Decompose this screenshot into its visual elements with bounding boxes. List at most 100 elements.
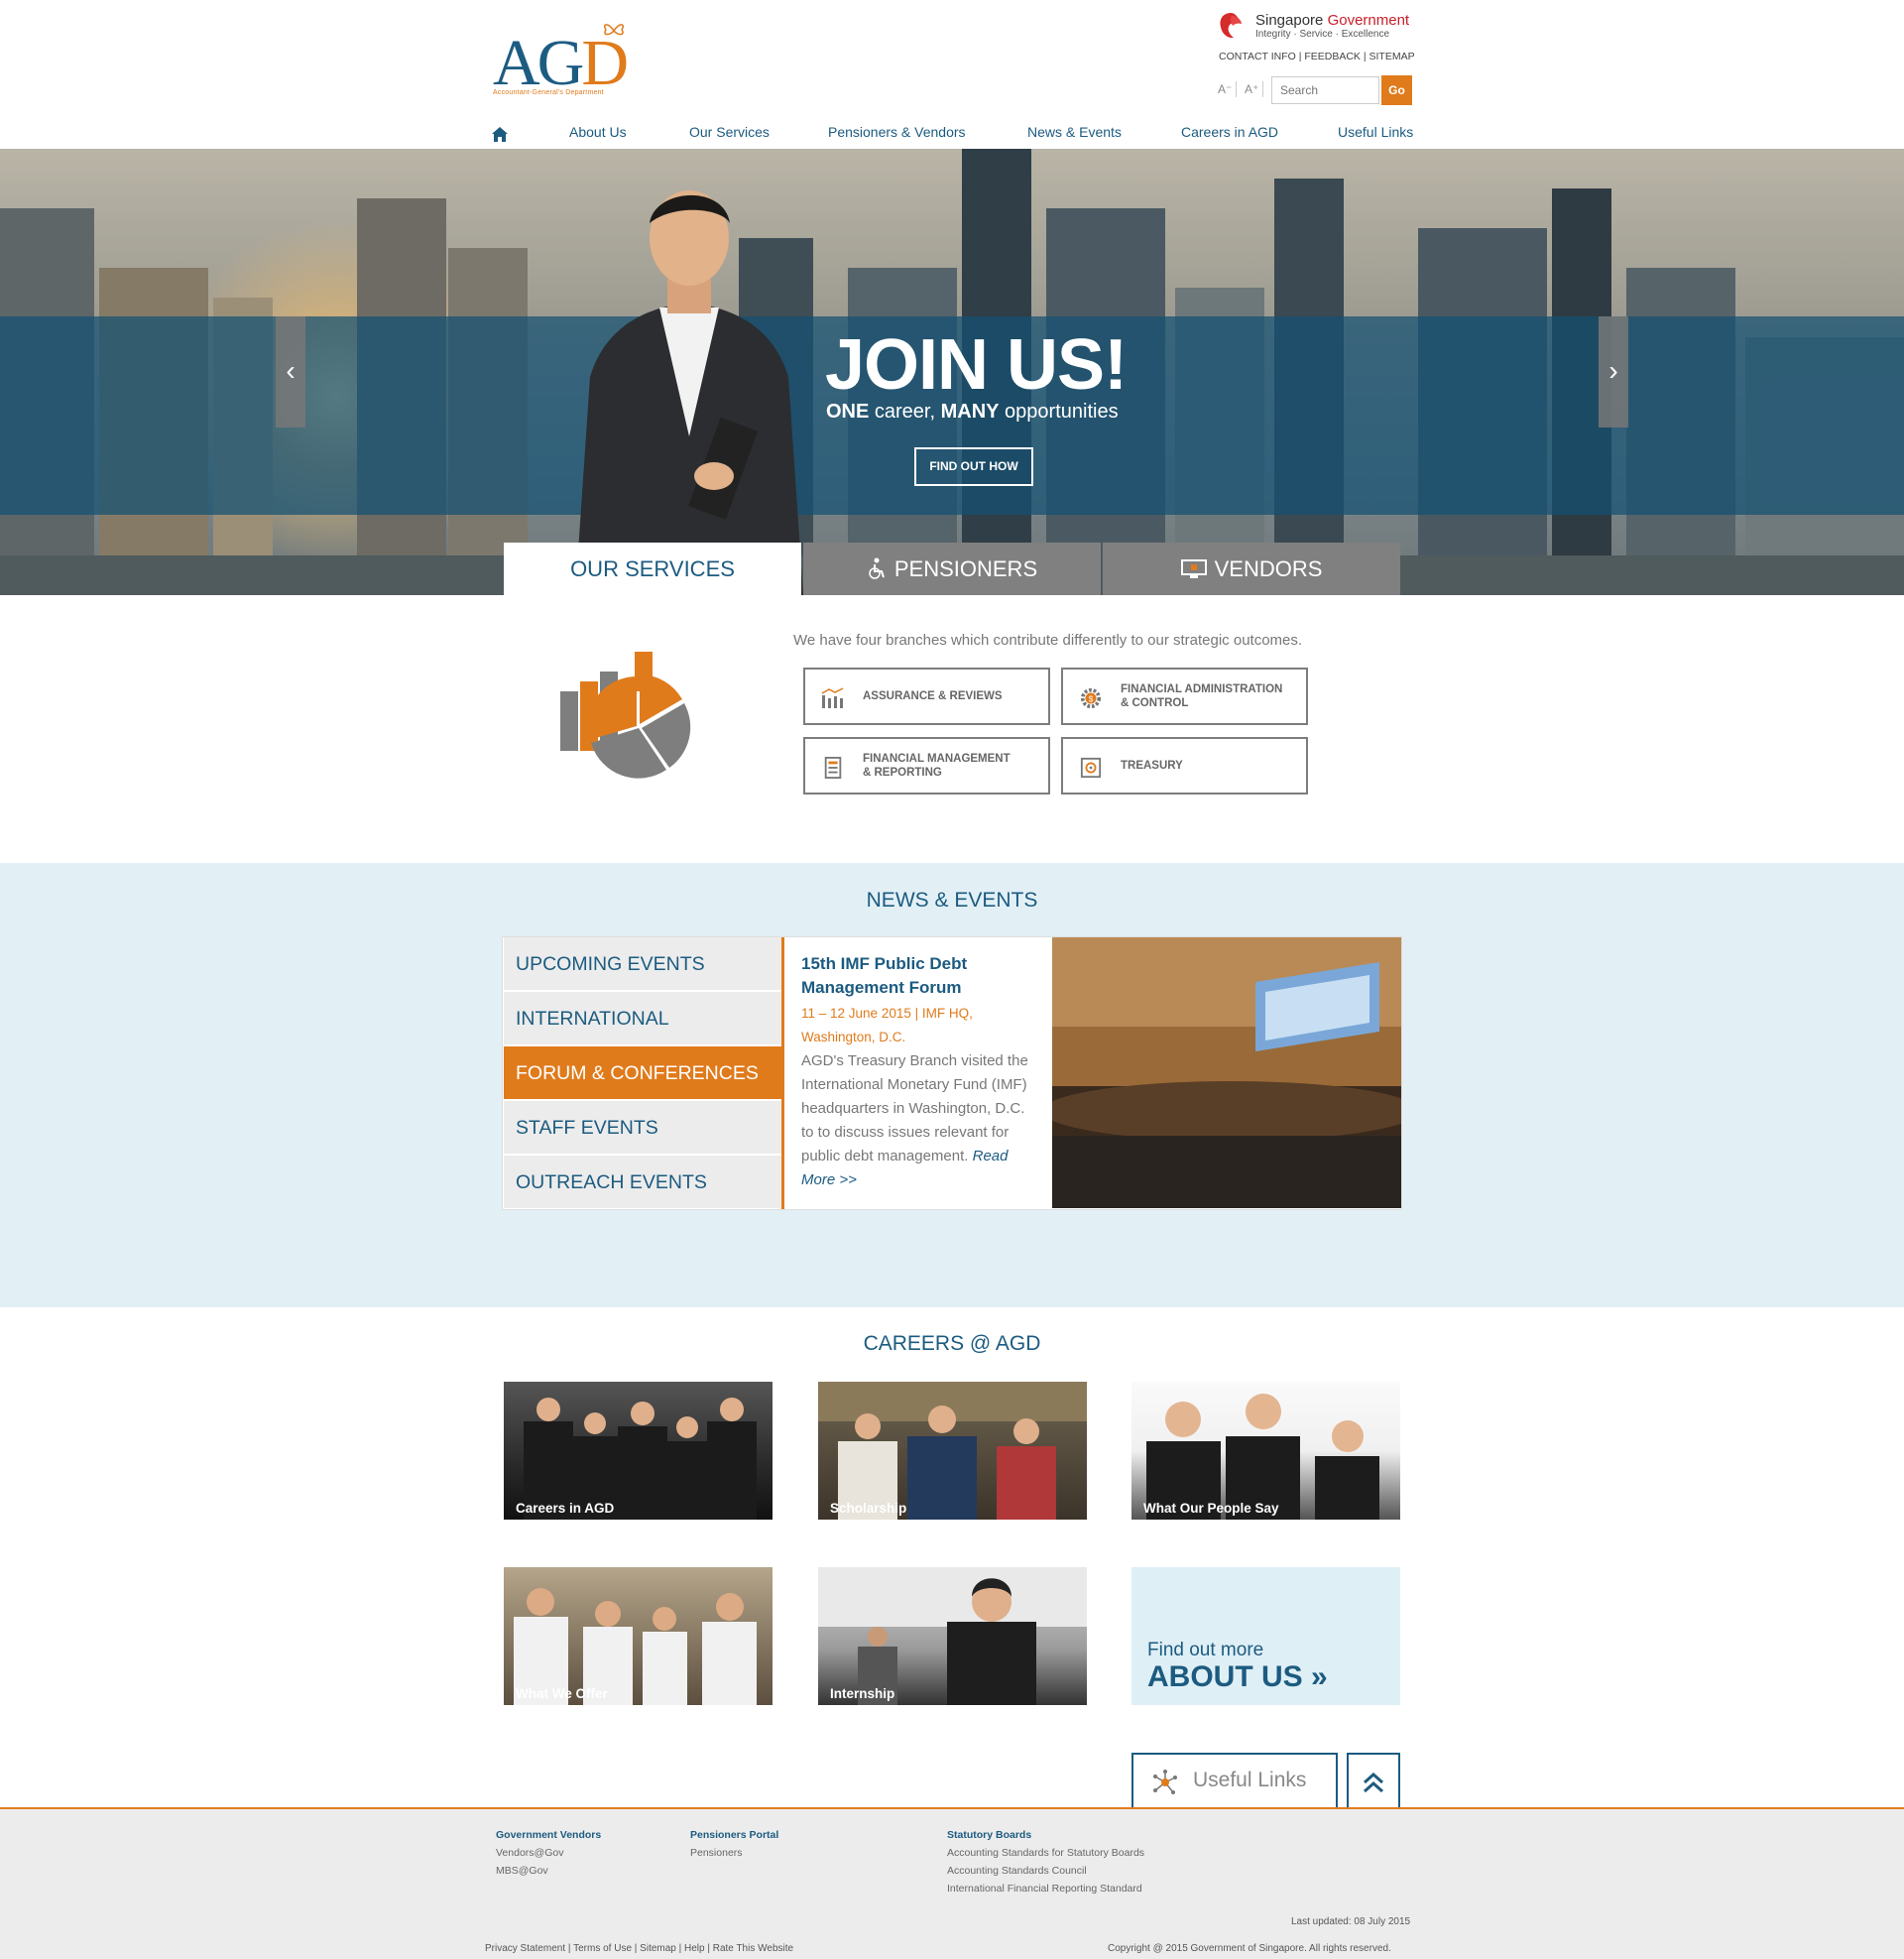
branch-treasury-button[interactable]: TREASURY: [1061, 737, 1308, 795]
sg-name-singapore: Singapore: [1255, 12, 1328, 29]
font-increase-button[interactable]: A⁺: [1245, 82, 1258, 96]
services-chart-illustration: [560, 652, 691, 779]
last-updated: Last updated: 08 July 2015: [1291, 1916, 1411, 1927]
font-decrease-button[interactable]: A⁻: [1218, 82, 1232, 96]
category-international-relations[interactable]: INTERNATIONAL RELATIONS: [504, 992, 781, 1083]
hero-sub-one: ONE: [826, 401, 870, 423]
nav-about-us[interactable]: About Us: [569, 124, 627, 140]
tab-label: PENSIONERS: [893, 556, 1038, 581]
site-header: AGD Accountant-General's Department Sing…: [0, 0, 1904, 149]
news-divider: [781, 937, 784, 1209]
lion-head-icon: [1220, 13, 1242, 39]
logo-subtitle: Accountant-General's Department: [493, 89, 604, 96]
singapore-government-logo[interactable]: Singapore Government Integrity · Service…: [1218, 12, 1414, 42]
nav-pensioners-vendors[interactable]: Pensioners & Vendors: [828, 124, 966, 140]
card-caption: Internship: [830, 1686, 895, 1701]
divider: [1236, 81, 1237, 97]
tab-pensioners[interactable]: PENSIONERS: [803, 543, 1101, 595]
nav-our-services[interactable]: Our Services: [689, 124, 770, 140]
back-to-top-button[interactable]: [1347, 1753, 1400, 1809]
hero-sub-end: opportunities: [999, 401, 1119, 423]
card-caption: Careers in AGD: [516, 1501, 615, 1516]
feedback-link[interactable]: FEEDBACK: [1304, 51, 1361, 62]
footer-col2-heading[interactable]: Pensioners Portal: [690, 1829, 778, 1841]
utility-links: CONTACT INFO | FEEDBACK | SITEMAP: [1219, 51, 1415, 62]
students-photo-image: [818, 1382, 1087, 1520]
sg-name-government: Government: [1327, 12, 1410, 29]
branch-label: FINANCIAL ADMINISTRATION & CONTROL: [1121, 683, 1283, 709]
branch-assurance-reviews-button[interactable]: ASSURANCE & REVIEWS: [803, 668, 1050, 725]
nav-careers[interactable]: Careers in AGD: [1181, 124, 1278, 140]
hero-sub-mid: career,: [869, 401, 941, 423]
footer-link-asc[interactable]: Accounting Standards Council: [947, 1865, 1087, 1877]
sitemap-link[interactable]: SITEMAP: [1369, 51, 1415, 62]
event-title[interactable]: 15th IMF Public Debt Management Forum: [801, 952, 1029, 1000]
nav-useful-links[interactable]: Useful Links: [1338, 124, 1413, 140]
butterfly-icon: [603, 24, 625, 36]
category-outreach-events[interactable]: OUTREACH EVENTS: [504, 1156, 781, 1209]
footer-link-pensioners[interactable]: Pensioners: [690, 1847, 743, 1859]
hero-person-image: [575, 190, 803, 595]
agd-logo[interactable]: AGD Accountant-General's Department: [493, 24, 629, 99]
event-body: AGD's Treasury Branch visited the Intern…: [801, 1049, 1039, 1192]
career-card-what-our-people-say[interactable]: What Our People Say: [1131, 1382, 1400, 1520]
svg-text:$: $: [1089, 695, 1094, 704]
double-chevron-up-icon: [1364, 1772, 1383, 1793]
event-photo: [1052, 937, 1401, 1208]
footer-link-ifrs[interactable]: International Financial Reporting Standa…: [947, 1883, 1142, 1895]
carousel-prev-button[interactable]: ‹: [276, 316, 305, 428]
category-forum-conferences[interactable]: FORUM & CONFERENCES: [504, 1046, 781, 1100]
hero-sub-many: MANY: [940, 401, 1000, 423]
category-upcoming-events[interactable]: UPCOMING EVENTS: [504, 937, 781, 991]
career-card-what-we-offer[interactable]: What We Offer: [504, 1567, 773, 1705]
branch-financial-administration-button[interactable]: $ FINANCIAL ADMINISTRATION & CONTROL: [1061, 668, 1308, 725]
career-card-scholarship[interactable]: Scholarship: [818, 1382, 1087, 1520]
nav-news-events[interactable]: News & Events: [1027, 124, 1122, 140]
footer-link-assb[interactable]: Accounting Standards for Statutory Board…: [947, 1847, 1144, 1859]
tab-label: VENDORS: [1214, 556, 1323, 581]
card-caption: What Our People Say: [1143, 1501, 1279, 1516]
about-card-line1: Find out more: [1147, 1640, 1264, 1660]
event-meta: 11 – 12 June 2015 | IMF HQ, Washington, …: [801, 1006, 973, 1044]
intern-photo-image: [818, 1567, 1087, 1705]
chevron-right-icon: ›: [1608, 355, 1618, 386]
find-out-how-button[interactable]: FIND OUT HOW: [914, 447, 1033, 486]
branch-financial-management-button[interactable]: FINANCIAL MANAGEMENT & REPORTING: [803, 737, 1050, 795]
category-staff-events[interactable]: STAFF EVENTS: [504, 1101, 781, 1155]
sg-tagline: Integrity · Service · Excellence: [1255, 29, 1390, 40]
wheelchair-icon: [869, 557, 885, 579]
divider: [1262, 81, 1263, 97]
about-card-line2: ABOUT US »: [1147, 1660, 1328, 1693]
footer-col1-heading[interactable]: Government Vendors: [496, 1829, 601, 1841]
services-intro: We have four branches which contribute d…: [793, 632, 1303, 649]
search-go-button[interactable]: Go: [1381, 75, 1412, 105]
conference-room-image: [1052, 937, 1401, 1208]
hero-subheadline: ONE career, MANY opportunities: [826, 401, 1119, 424]
tab-vendors[interactable]: VENDORS: [1103, 543, 1400, 595]
footer-link-mbs-gov[interactable]: MBS@Gov: [496, 1865, 548, 1877]
search-input[interactable]: [1271, 76, 1379, 104]
card-caption: Scholarship: [830, 1501, 907, 1516]
card-caption: What We Offer: [516, 1686, 608, 1701]
main-nav: About Us Our Services Pensioners & Vendo…: [0, 124, 1904, 148]
news-section-title: NEWS & EVENTS: [866, 889, 1038, 912]
footer-col3-heading[interactable]: Statutory Boards: [947, 1829, 1031, 1841]
useful-links-button[interactable]: Useful Links: [1131, 1753, 1338, 1809]
network-icon: [1153, 1770, 1177, 1794]
careers-section-title: CAREERS @ AGD: [863, 1332, 1041, 1355]
branch-label: FINANCIAL MANAGEMENT & REPORTING: [863, 753, 1011, 779]
career-card-careers-in-agd[interactable]: Careers in AGD: [504, 1382, 773, 1520]
footer-link-vendors-gov[interactable]: Vendors@Gov: [496, 1847, 563, 1859]
footer-bottom-links[interactable]: Privacy Statement | Terms of Use | Sitem…: [485, 1943, 793, 1954]
contact-info-link[interactable]: CONTACT INFO: [1219, 51, 1296, 62]
tab-our-services[interactable]: OUR SERVICES: [504, 543, 801, 595]
bar-chart-icon: [821, 687, 844, 708]
find-out-more-about-us-card[interactable]: Find out more ABOUT US »: [1131, 1567, 1400, 1705]
hero-carousel: ‹ › JOIN US! ONE career, MANY opportunit…: [0, 149, 1904, 595]
group-photo-image: [524, 1398, 757, 1520]
branch-label: TREASURY: [1121, 760, 1183, 772]
carousel-next-button[interactable]: ›: [1599, 316, 1628, 428]
ledger-icon: [824, 757, 842, 779]
copyright: Copyright @ 2015 Government of Singapore…: [1108, 1943, 1391, 1954]
career-card-internship[interactable]: Internship: [818, 1567, 1087, 1705]
